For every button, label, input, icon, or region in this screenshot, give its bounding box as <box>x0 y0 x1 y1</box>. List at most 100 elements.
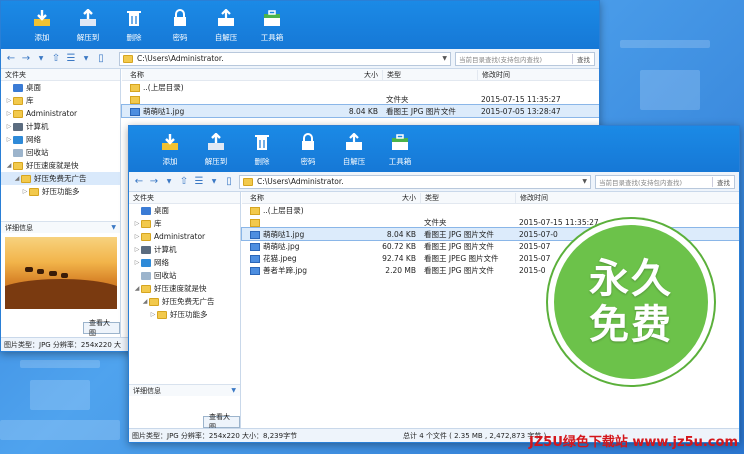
toolbox-button[interactable]: 工具箱 <box>377 126 423 172</box>
tree-item-network[interactable]: ▷ 网络 <box>129 256 240 269</box>
back-icon[interactable]: ← <box>5 53 17 64</box>
forward-icon[interactable]: → <box>148 176 160 187</box>
tree-item-recycle-bin[interactable]: 回收站 <box>1 146 120 159</box>
column-type[interactable]: 类型 <box>420 192 515 203</box>
extract-to-button[interactable]: 解压到 <box>193 126 239 172</box>
chevron-down-icon[interactable]: ▼ <box>582 178 587 185</box>
column-name[interactable]: 名称 <box>122 70 252 80</box>
detail-header[interactable]: 详细信息 ▼ <box>129 384 240 396</box>
search-input[interactable]: 当前目录查找(支持包内查找) 查找 <box>455 51 595 66</box>
tree-item-folder-2[interactable]: ◢ 好压免费无广告 <box>1 172 120 185</box>
tree-item-computer[interactable]: ▷ 计算机 <box>1 120 120 133</box>
tree-item-library[interactable]: ▷ 库 <box>129 217 240 230</box>
view-large-image-button[interactable]: 查看大图 <box>83 319 120 337</box>
extract-to-button[interactable]: 解压到 <box>65 1 111 49</box>
folder-icon <box>13 96 23 105</box>
folder-icon <box>149 297 159 306</box>
folder-icon <box>250 218 260 227</box>
folder-tree-panel: 文件夹 桌面 ▷ 库 ▷ Administrator ▷ 计算机 ▷ 网络 回收站 ◢ 好… <box>129 192 241 431</box>
column-time[interactable]: 修改时间 <box>515 192 739 203</box>
path-input[interactable]: C:\Users\Administrator. ▼ <box>239 174 591 189</box>
detail-header[interactable]: 详细信息 ▼ <box>1 221 120 233</box>
back-icon[interactable]: ← <box>133 176 145 187</box>
tree-item-folder-3[interactable]: ▷ 好压功能多 <box>129 308 240 321</box>
recycle-bin-icon <box>141 271 151 280</box>
chevron-down-icon[interactable]: ▼ <box>442 55 447 62</box>
chevron-down-icon[interactable]: ▼ <box>208 178 220 185</box>
forward-icon[interactable]: → <box>20 53 32 64</box>
up-folder-icon[interactable]: ⇧ <box>178 176 190 187</box>
search-button[interactable]: 查找 <box>712 176 734 187</box>
tree-item-library[interactable]: ▷ 库 <box>1 94 120 107</box>
tree-item-administrator[interactable]: ▷ Administrator <box>129 230 240 243</box>
column-time[interactable]: 修改时间 <box>477 69 599 80</box>
delete-button[interactable]: 删除 <box>111 1 157 49</box>
column-name[interactable]: 名称 <box>242 193 364 203</box>
site-watermark: JZ5U绿色下载站 www.jz5u.com <box>529 435 738 450</box>
add-button[interactable]: 添加 <box>147 126 193 172</box>
self-extract-button[interactable]: 自解压 <box>331 126 377 172</box>
toolbox-button[interactable]: 工具箱 <box>249 1 295 49</box>
self-extract-button[interactable]: 自解压 <box>203 1 249 49</box>
folder-icon <box>130 95 140 104</box>
column-size[interactable]: 大小 <box>252 70 382 80</box>
chevron-down-icon[interactable]: ▼ <box>35 55 47 62</box>
desktop-icon <box>13 83 23 92</box>
add-icon <box>159 132 181 152</box>
toolbox-icon <box>261 8 283 28</box>
password-button[interactable]: 密码 <box>285 126 331 172</box>
search-input[interactable]: 当前目录查找(支持包内查找) 查找 <box>595 174 735 189</box>
desktop-icon <box>141 206 151 215</box>
file-row-folder[interactable]: 文件夹 2015-07-15 11:35:27 <box>122 93 599 105</box>
tree-item-desktop[interactable]: 桌面 <box>1 81 120 94</box>
computer-icon <box>13 122 23 131</box>
sidebar-toggle-icon[interactable]: ▯ <box>95 53 107 64</box>
file-row-image[interactable]: 萌萌哒1.jpg 8.04 KB 看图王 JPG 图片文件 2015-07-05… <box>121 104 599 118</box>
free-forever-badge: 永久 免费 <box>548 219 714 385</box>
nav-buttons: ← → ▼ ⇧ ☰ ▼ ▯ <box>1 53 119 64</box>
up-folder-icon[interactable]: ⇧ <box>50 53 62 64</box>
tree-item-network[interactable]: ▷ 网络 <box>1 133 120 146</box>
tree-item-desktop[interactable]: 桌面 <box>129 204 240 217</box>
view-list-icon[interactable]: ☰ <box>65 53 77 64</box>
jpg-file-icon <box>250 242 260 251</box>
tree-item-folder-2[interactable]: ◢ 好压免费无广告 <box>129 295 240 308</box>
folder-icon <box>250 206 260 215</box>
tree-item-folder-3[interactable]: ▷ 好压功能多 <box>1 185 120 198</box>
folder-icon <box>157 310 167 319</box>
tree-item-administrator[interactable]: ▷ Administrator <box>1 107 120 120</box>
password-button[interactable]: 密码 <box>157 1 203 49</box>
toolbox-icon <box>389 132 411 152</box>
folder-icon <box>243 177 253 186</box>
view-list-icon[interactable]: ☰ <box>193 176 205 187</box>
jpg-file-icon <box>130 107 140 116</box>
folder-tree-header: 文件夹 <box>1 69 120 81</box>
tree-item-computer[interactable]: ▷ 计算机 <box>129 243 240 256</box>
add-button[interactable]: 添加 <box>19 1 65 49</box>
delete-button[interactable]: 删除 <box>239 126 285 172</box>
file-row-parent[interactable]: ..(上层目录) <box>122 81 599 93</box>
folder-tree-header: 文件夹 <box>129 192 240 204</box>
file-row-parent[interactable]: ..(上层目录) <box>242 204 739 216</box>
extract-icon <box>205 132 227 152</box>
chevron-down-icon[interactable]: ▼ <box>163 178 175 185</box>
column-size[interactable]: 大小 <box>364 193 420 203</box>
chevron-down-icon[interactable]: ▼ <box>80 55 92 62</box>
chevron-down-icon: ▼ <box>231 387 236 394</box>
sidebar-toggle-icon[interactable]: ▯ <box>223 176 235 187</box>
self-extract-icon <box>343 132 365 152</box>
tree-item-recycle-bin[interactable]: 回收站 <box>129 269 240 282</box>
path-input[interactable]: C:\Users\Administrator. ▼ <box>119 51 451 66</box>
folder-icon <box>141 219 151 228</box>
view-large-image-button[interactable]: 查看大图 <box>203 413 240 431</box>
search-button[interactable]: 查找 <box>572 53 594 64</box>
network-icon <box>141 258 151 267</box>
folder-icon <box>141 284 151 293</box>
jpg-file-icon <box>250 230 260 239</box>
tree-item-folder-1[interactable]: ◢ 好压速度就是快 <box>129 282 240 295</box>
delete-icon <box>123 8 145 28</box>
tree-item-folder-1[interactable]: ◢ 好压速度就是快 <box>1 159 120 172</box>
toolbar: 添加 解压到 删除 密码 自解压 工具箱 <box>1 1 599 49</box>
file-list-header: 名称 大小 类型 修改时间 <box>242 192 739 204</box>
column-type[interactable]: 类型 <box>382 69 477 80</box>
